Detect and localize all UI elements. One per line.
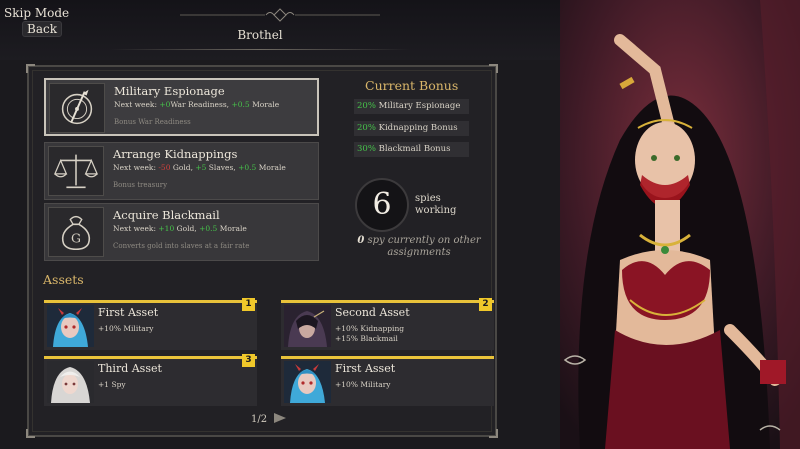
svg-text:G: G: [71, 231, 81, 246]
bonus-item: 20% Kidnapping Bonus: [354, 121, 469, 136]
bonus-percent: 20%: [357, 123, 376, 133]
effect-value: +0.5: [199, 224, 218, 233]
title-divider: [110, 49, 410, 50]
effect-value: +10: [158, 224, 175, 233]
skip-mode-button[interactable]: Skip Mode: [4, 6, 69, 20]
asset-effect: +1 Spy: [98, 380, 126, 389]
mission-title: Military Espionage: [114, 84, 225, 98]
spies-working-label: spies working: [415, 193, 456, 217]
working-label: working: [415, 205, 457, 216]
mission-effects: Next week: +0War Readiness, +0.5 Morale: [114, 100, 279, 109]
bonus-item: 30% Blackmail Bonus: [354, 142, 469, 157]
character-illustration: [560, 0, 800, 449]
asset-card[interactable]: 1 First Asset +10% Military: [44, 298, 257, 350]
title-ornament-icon: [180, 8, 380, 22]
effect-label: Morale: [219, 224, 247, 233]
asset-name: Third Asset: [98, 362, 162, 375]
bonus-item: 20% Military Espionage: [354, 99, 469, 114]
back-button[interactable]: Back: [22, 21, 62, 37]
mission-description: Bonus War Readiness: [114, 118, 191, 126]
effect-label: Gold,: [172, 163, 193, 172]
mission-title: Arrange Kidnappings: [113, 147, 238, 161]
asset-effect: +10% Military: [98, 324, 154, 333]
page-title: Brothel: [237, 28, 283, 42]
next-week-label: Next week:: [114, 100, 157, 109]
bonus-label: Kidnapping Bonus: [378, 123, 458, 133]
espionage-panel: Military Espionage Next week: +0War Read…: [26, 64, 498, 438]
mission-description: Converts gold into slaves at a fair rate: [113, 242, 250, 250]
other-spy-count: 0: [357, 235, 365, 246]
asset-name: First Asset: [98, 306, 159, 319]
effect-label: Morale: [252, 100, 280, 109]
top-bar: Skip Mode Back Brothel: [0, 0, 560, 60]
next-week-label: Next week:: [113, 224, 156, 233]
effect-label: Gold,: [176, 224, 197, 233]
asset-portrait: [284, 305, 331, 347]
mission-effects: Next week: +10 Gold, +0.5 Morale: [113, 224, 247, 233]
asset-number-badge: 3: [242, 354, 255, 367]
mission-military-espionage[interactable]: Military Espionage Next week: +0War Read…: [44, 78, 319, 136]
spies-other-assignments: 0 spy currently on other assignments: [354, 235, 484, 259]
panel-corner: [26, 429, 35, 438]
next-week-label: Next week:: [113, 163, 156, 172]
asset-card[interactable]: 3 Third Asset +1 Spy: [44, 354, 257, 406]
asset-effect: +10% Kidnapping: [335, 324, 405, 333]
panel-corner: [26, 64, 35, 73]
effect-value: +0.5: [238, 163, 257, 172]
effect-value: +0: [159, 100, 171, 109]
bonus-label: Blackmail Bonus: [378, 144, 451, 154]
bonus-percent: 30%: [357, 144, 376, 154]
asset-portrait: [47, 361, 94, 403]
mission-arrange-kidnappings[interactable]: Arrange Kidnappings Next week: -50 Gold,…: [44, 142, 319, 200]
page-indicator: 1/2: [251, 414, 268, 425]
effect-label: Slaves,: [208, 163, 236, 172]
asset-card[interactable]: First Asset +10% Military: [281, 356, 494, 406]
asset-effect: +10% Military: [335, 380, 391, 389]
panel-corner: [489, 64, 498, 73]
other-spy-text: spy currently on other assignments: [367, 235, 481, 258]
bonus-label: Military Espionage: [378, 101, 461, 111]
asset-effect: +15% Blackmail: [335, 334, 398, 343]
effect-value: -50: [158, 163, 171, 172]
assets-title: Assets: [43, 272, 84, 287]
spy-count: 6: [355, 178, 409, 232]
panel-corner: [489, 429, 498, 438]
effect-value: +0.5: [231, 100, 250, 109]
effect-value: +5: [195, 163, 207, 172]
current-bonus-title: Current Bonus: [365, 78, 459, 93]
asset-portrait: [47, 305, 94, 347]
asset-name: Second Asset: [335, 306, 410, 319]
effect-label: War Readiness,: [170, 100, 230, 109]
mission-title: Acquire Blackmail: [113, 208, 220, 222]
mission-effects: Next week: -50 Gold, +5 Slaves, +0.5 Mor…: [113, 163, 286, 172]
compass-icon: [49, 83, 105, 133]
mission-acquire-blackmail[interactable]: G Acquire Blackmail Next week: +10 Gold,…: [44, 203, 319, 261]
asset-number-badge: 2: [479, 298, 492, 311]
money-bag-icon: G: [48, 207, 104, 257]
spies-label: spies: [415, 193, 441, 204]
next-page-arrow-icon[interactable]: [273, 412, 287, 424]
asset-portrait: [284, 361, 331, 403]
asset-number-badge: 1: [242, 298, 255, 311]
asset-name: First Asset: [335, 362, 396, 375]
effect-label: Morale: [258, 163, 286, 172]
mission-description: Bonus treasury: [113, 181, 168, 189]
bonus-percent: 20%: [357, 101, 376, 111]
asset-card[interactable]: 2 Second Asset +10% Kidnapping +15% Blac…: [281, 298, 494, 350]
scales-icon: [48, 146, 104, 196]
